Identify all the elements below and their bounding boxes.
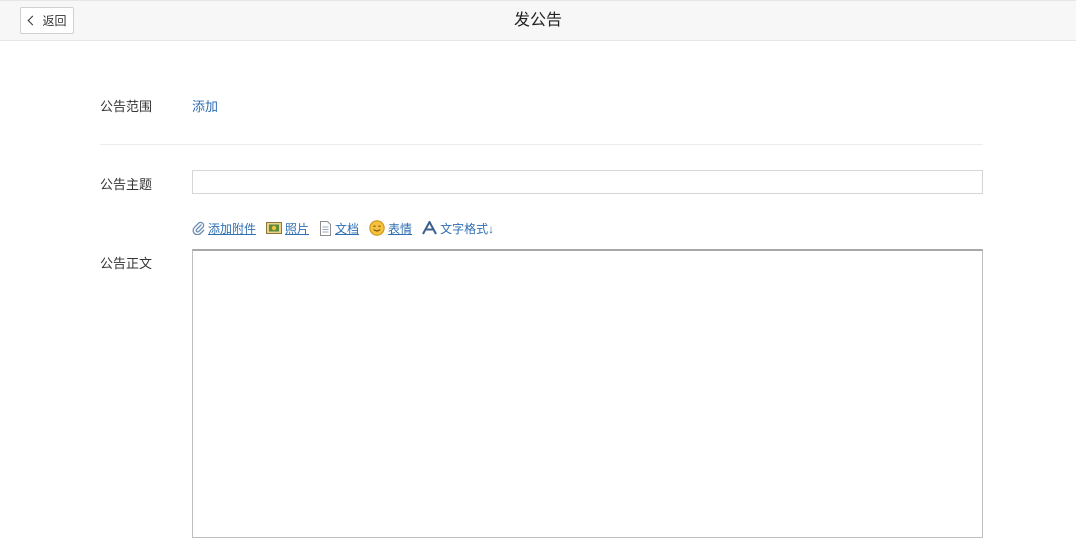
text-format-label: 文字格式↓ <box>440 221 495 236</box>
smiley-icon <box>369 220 385 236</box>
photo-icon <box>266 221 283 235</box>
editor-toolbar: 添加附件 照片 文档 表情 文字格式↓ <box>192 218 504 238</box>
body-textarea[interactable] <box>192 249 983 538</box>
top-bar: 返回 发公告 <box>0 0 1076 41</box>
attach-label: 添加附件 <box>208 221 257 236</box>
subject-input[interactable] <box>192 170 983 194</box>
photo-label: 照片 <box>285 221 310 236</box>
body-label: 公告正文 <box>100 256 153 271</box>
text-format-button[interactable]: 文字格式↓ <box>422 220 494 237</box>
scope-add-link[interactable]: 添加 <box>192 96 218 115</box>
subject-label: 公告主题 <box>100 177 153 192</box>
attach-button[interactable]: 添加附件 <box>192 220 256 237</box>
document-icon <box>319 220 332 236</box>
divider <box>100 144 983 145</box>
scope-label: 公告范围 <box>100 99 153 114</box>
font-letter-icon <box>422 221 437 235</box>
emoji-label: 表情 <box>388 221 413 236</box>
photo-button[interactable]: 照片 <box>266 220 309 237</box>
document-label: 文档 <box>335 221 360 236</box>
document-button[interactable]: 文档 <box>319 220 359 237</box>
emoji-button[interactable]: 表情 <box>369 220 412 237</box>
paperclip-icon <box>192 221 205 235</box>
page-title: 发公告 <box>513 12 562 29</box>
